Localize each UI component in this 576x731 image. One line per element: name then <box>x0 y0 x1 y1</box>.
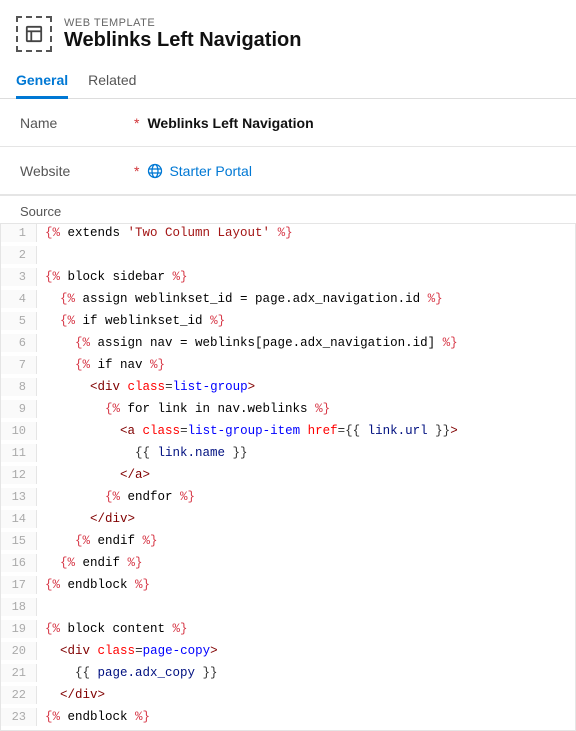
code-line-12: 12 </a> <box>1 466 575 488</box>
website-required-star: * <box>134 163 139 179</box>
web-template-icon <box>16 16 52 52</box>
page-title: Weblinks Left Navigation <box>64 29 301 52</box>
code-line-18: 18 <box>1 598 575 620</box>
code-line-23: 23 {% endblock %} <box>1 708 575 730</box>
code-line-14: 14 </div> <box>1 510 575 532</box>
code-line-11: 11 {{ link.name }} <box>1 444 575 466</box>
name-label: Name <box>20 115 130 131</box>
code-line-21: 21 {{ page.adx_copy }} <box>1 664 575 686</box>
tab-bar: General Related <box>0 64 576 99</box>
tab-general[interactable]: General <box>16 64 68 99</box>
header-label: WEB TEMPLATE <box>64 17 301 29</box>
code-editor[interactable]: 1 {% extends 'Two Column Layout' %} 2 3 … <box>0 223 576 731</box>
globe-icon <box>147 163 163 179</box>
name-field: Name * Weblinks Left Navigation <box>0 99 576 147</box>
code-line-22: 22 </div> <box>1 686 575 708</box>
code-line-1: 1 {% extends 'Two Column Layout' %} <box>1 224 575 246</box>
website-link[interactable]: Starter Portal <box>147 163 251 179</box>
website-value: Starter Portal <box>169 163 251 179</box>
code-line-19: 19 {% block content %} <box>1 620 575 642</box>
code-line-4: 4 {% assign weblinkset_id = page.adx_nav… <box>1 290 575 312</box>
code-line-13: 13 {% endfor %} <box>1 488 575 510</box>
website-field: Website * Starter Portal <box>0 147 576 195</box>
name-required-star: * <box>134 115 139 131</box>
name-value: Weblinks Left Navigation <box>147 115 313 131</box>
code-line-6: 6 {% assign nav = weblinks[page.adx_navi… <box>1 334 575 356</box>
code-line-20: 20 <div class=page-copy> <box>1 642 575 664</box>
code-line-9: 9 {% for link in nav.weblinks %} <box>1 400 575 422</box>
code-line-10: 10 <a class=list-group-item href={{ link… <box>1 422 575 444</box>
form-section: Name * Weblinks Left Navigation Website … <box>0 99 576 195</box>
code-line-3: 3 {% block sidebar %} <box>1 268 575 290</box>
tab-related[interactable]: Related <box>88 64 136 99</box>
code-line-5: 5 {% if weblinkset_id %} <box>1 312 575 334</box>
code-line-17: 17 {% endblock %} <box>1 576 575 598</box>
code-line-16: 16 {% endif %} <box>1 554 575 576</box>
code-line-2: 2 <box>1 246 575 268</box>
header-text-block: WEB TEMPLATE Weblinks Left Navigation <box>64 17 301 52</box>
source-label: Source <box>0 195 576 223</box>
code-line-7: 7 {% if nav %} <box>1 356 575 378</box>
page-header: WEB TEMPLATE Weblinks Left Navigation <box>0 0 576 64</box>
code-line-15: 15 {% endif %} <box>1 532 575 554</box>
code-line-8: 8 <div class=list-group> <box>1 378 575 400</box>
website-label: Website <box>20 163 130 179</box>
